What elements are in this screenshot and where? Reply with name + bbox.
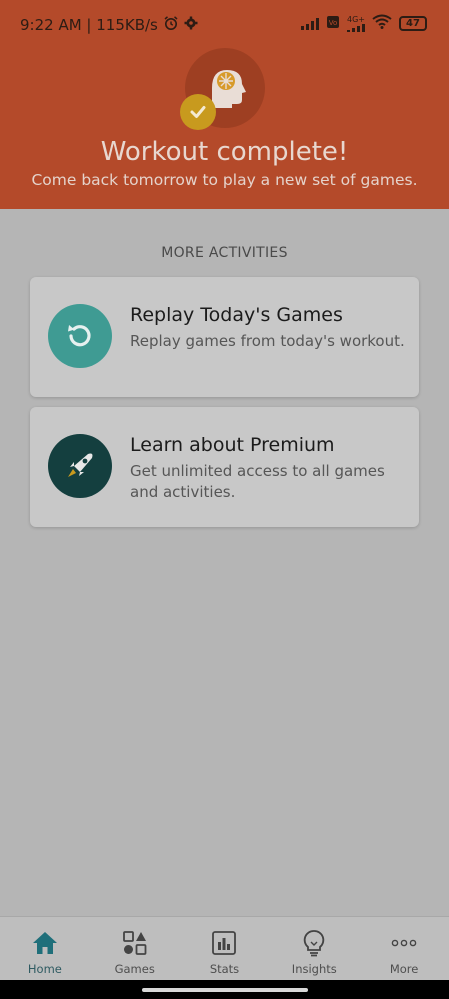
learn-premium-title: Learn about Premium (130, 434, 335, 456)
games-icon (121, 929, 149, 957)
learn-premium-card[interactable]: Learn about Premium Get unlimited access… (30, 407, 419, 527)
bottom-navigation: Home Games Stats Insights More (0, 916, 449, 980)
svg-text:Vo: Vo (329, 19, 338, 27)
nav-label-more: More (389, 962, 419, 976)
workout-complete-subtitle: Come back tomorrow to play a new set of … (31, 171, 418, 189)
nav-label-games: Games (114, 962, 155, 976)
replay-games-title: Replay Today's Games (130, 304, 343, 326)
lumosity-logo (180, 48, 265, 130)
settings-gear-icon (184, 16, 198, 34)
learn-premium-description: Get unlimited access to all games and ac… (130, 462, 385, 501)
status-bar: 9:22 AM | 115KB/s Vo 4G+ 47 (0, 0, 449, 48)
nav-item-insights[interactable]: Insights (269, 917, 359, 980)
lightbulb-icon (300, 929, 328, 957)
replay-icon (48, 304, 112, 368)
more-dots-icon (390, 929, 418, 957)
nav-label-stats: Stats (209, 962, 240, 976)
replay-games-card[interactable]: Replay Today's Games Replay games from t… (30, 277, 419, 397)
home-icon (31, 929, 59, 957)
nav-item-stats[interactable]: Stats (180, 917, 270, 980)
status-time-speed: 9:22 AM | 115KB/s (20, 16, 158, 34)
network-type-label: 4G+ (347, 14, 365, 24)
checkmark-badge-icon (180, 94, 216, 130)
battery-icon: 47 (399, 16, 427, 31)
workout-complete-title: Workout complete! (100, 137, 349, 167)
volte-icon: Vo (326, 15, 340, 33)
nav-label-home: Home (27, 962, 62, 976)
wifi-icon (372, 14, 392, 33)
signal-strength-2-icon (347, 23, 365, 32)
stats-icon (210, 929, 238, 957)
alarm-icon (163, 15, 179, 35)
replay-games-description: Replay games from today's workout. (130, 332, 405, 350)
signal-strength-icon (301, 17, 319, 30)
nav-item-home[interactable]: Home (0, 917, 90, 980)
nav-item-more[interactable]: More (359, 917, 449, 980)
rocket-icon (48, 434, 112, 498)
header-banner: 9:22 AM | 115KB/s Vo 4G+ 47 Workout comp… (0, 0, 449, 209)
home-gesture-handle[interactable] (142, 988, 308, 992)
more-activities-heading: MORE ACTIVITIES (161, 245, 288, 261)
nav-item-games[interactable]: Games (90, 917, 180, 980)
nav-label-insights: Insights (291, 962, 337, 976)
